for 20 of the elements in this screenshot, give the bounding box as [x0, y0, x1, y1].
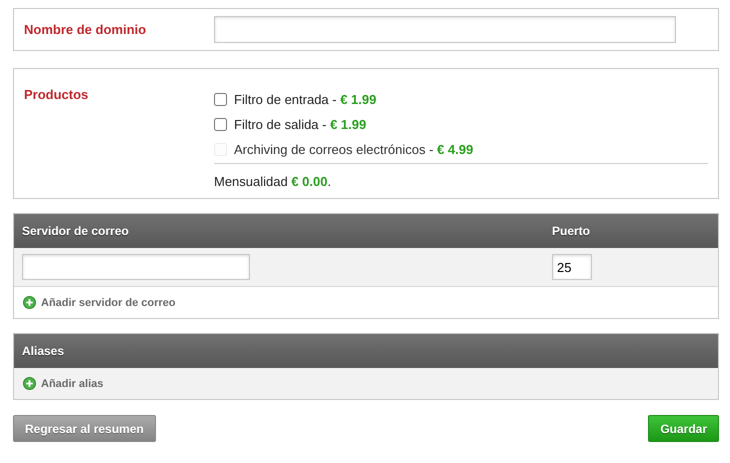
product-checkbox[interactable]	[214, 118, 227, 131]
domain-input[interactable]	[214, 16, 676, 43]
column-header: Servidor de correo	[22, 224, 130, 238]
field-label: Productos	[24, 87, 90, 104]
product-label: Filtro de salida - € 1.99	[234, 117, 366, 132]
add-alias-link[interactable]: Añadir alias	[23, 377, 104, 390]
save-button[interactable]: Guardar	[648, 415, 719, 442]
back-button[interactable]: Regresar al resumen	[13, 415, 156, 442]
column-header: Puerto	[552, 224, 590, 238]
product-checkbox[interactable]	[214, 93, 227, 106]
server-input[interactable]	[22, 254, 250, 280]
product-label: Filtro de entrada - € 1.99	[234, 92, 376, 107]
port-input[interactable]: 25	[552, 254, 592, 280]
monthly-total: Mensualidad € 0.00.	[214, 174, 332, 189]
field-label: Nombre de dominio	[24, 22, 148, 37]
plus-icon	[23, 377, 36, 390]
plus-icon	[23, 296, 36, 309]
product-label: Archiving de correos electrónicos - € 4.99	[234, 142, 474, 157]
column-header: Aliases	[22, 344, 64, 358]
add-server-link[interactable]: Añadir servidor de correo	[23, 296, 176, 309]
